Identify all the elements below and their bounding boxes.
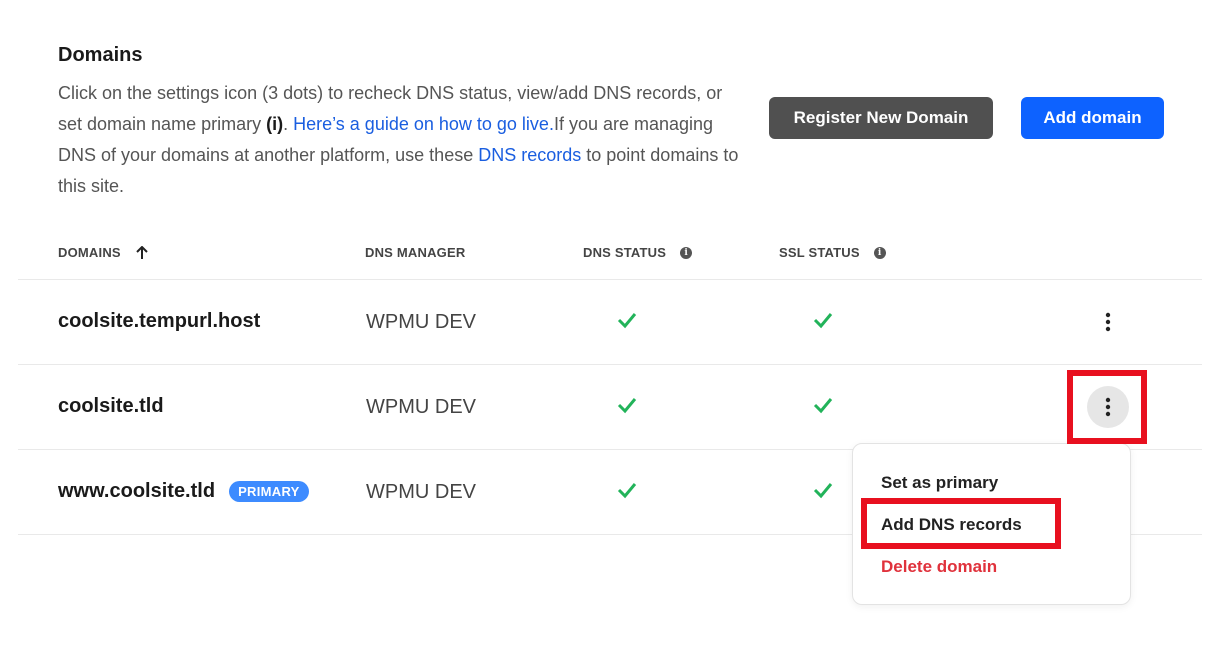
info-icon[interactable]: i	[873, 246, 886, 259]
description-info-marker: (i)	[266, 114, 284, 134]
check-icon	[813, 398, 833, 414]
domain-name-text: coolsite.tld	[58, 395, 164, 417]
domain-name-text: coolsite.tempurl.host	[58, 310, 261, 332]
sort-ascending-icon[interactable]	[135, 245, 149, 260]
column-header-dns-status-label: DNS STATUS	[583, 245, 667, 260]
more-vertical-icon	[1105, 312, 1111, 332]
row-settings-button[interactable]	[1087, 386, 1129, 428]
dns-manager: WPMU DEV	[366, 311, 476, 333]
register-new-domain-button[interactable]: Register New Domain	[769, 97, 993, 139]
column-header-dns-manager: DNS MANAGER	[365, 245, 465, 260]
menu-item-add-dns-records[interactable]: Add DNS records	[881, 515, 1022, 535]
page-title: Domains	[58, 44, 143, 66]
domain-name-text: www.coolsite.tld	[58, 480, 216, 502]
column-header-domains-label: DOMAINS	[58, 245, 121, 260]
domain-name: www.coolsite.tld PRIMARY	[58, 480, 309, 503]
domain-name: coolsite.tempurl.host	[58, 310, 260, 333]
check-icon	[813, 483, 833, 499]
check-icon	[813, 313, 833, 329]
column-header-ssl-status-label: SSL STATUS	[779, 245, 860, 260]
more-vertical-icon	[1105, 397, 1111, 417]
menu-item-set-primary[interactable]: Set as primary	[881, 473, 998, 493]
primary-badge: PRIMARY	[229, 481, 309, 502]
column-header-domains[interactable]: DOMAINS	[58, 245, 149, 260]
table-row: coolsite.tempurl.host WPMU DEV	[0, 280, 1220, 365]
description-text-2: .	[283, 114, 294, 134]
domain-name: coolsite.tld	[58, 395, 164, 418]
menu-item-delete-domain[interactable]: Delete domain	[881, 557, 997, 577]
go-live-guide-link[interactable]: Here’s a guide on how to go live.	[293, 114, 554, 134]
row-settings-menu: Set as primary Add DNS records Delete do…	[852, 443, 1131, 605]
column-header-ssl-status: SSL STATUS i	[779, 245, 886, 260]
row-settings-button[interactable]	[1087, 301, 1129, 343]
dns-manager: WPMU DEV	[366, 481, 476, 503]
dns-records-link[interactable]: DNS records	[478, 145, 581, 165]
add-domain-button[interactable]: Add domain	[1021, 97, 1164, 139]
table-row: coolsite.tld WPMU DEV	[0, 365, 1220, 450]
check-icon	[617, 398, 637, 414]
check-icon	[617, 483, 637, 499]
description: Click on the settings icon (3 dots) to r…	[58, 78, 748, 202]
info-icon[interactable]: i	[680, 246, 693, 259]
column-header-dns-manager-label: DNS MANAGER	[365, 245, 466, 260]
check-icon	[617, 313, 637, 329]
dns-manager: WPMU DEV	[366, 396, 476, 418]
column-header-dns-status: DNS STATUS i	[583, 245, 693, 260]
